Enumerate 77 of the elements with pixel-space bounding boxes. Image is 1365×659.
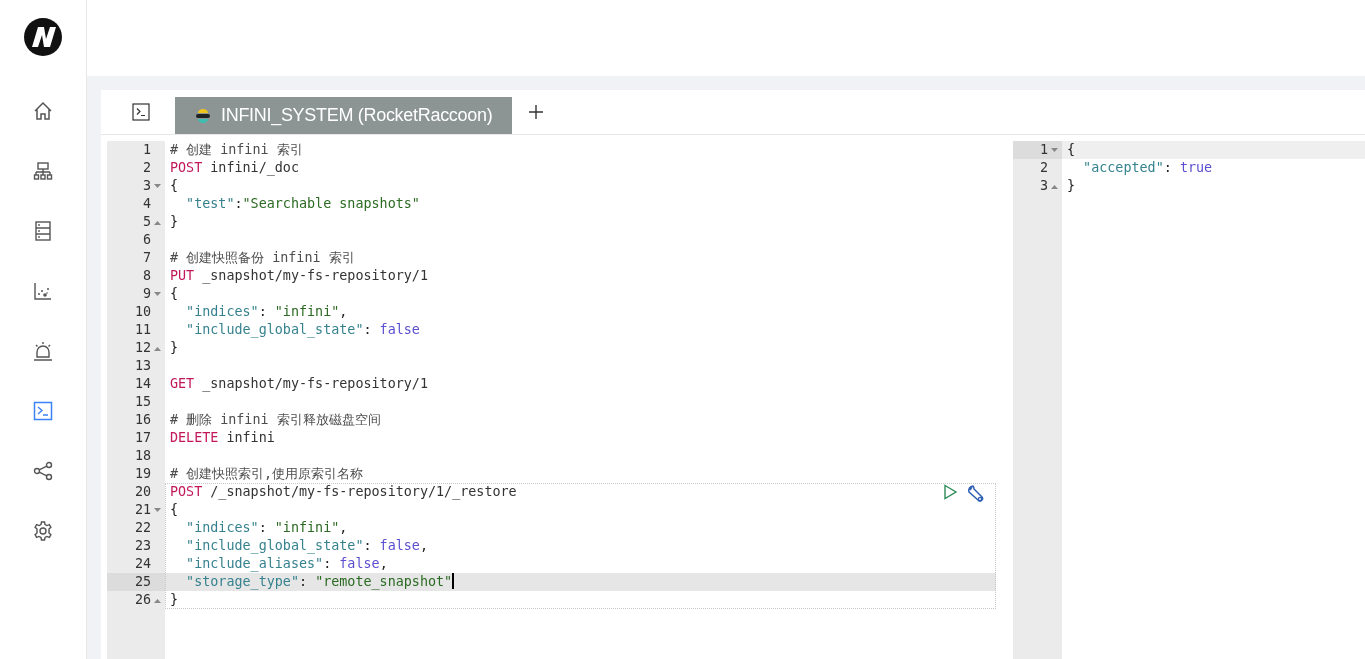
logo-icon[interactable] [23, 17, 63, 57]
line-number: 19 [133, 465, 152, 483]
home-icon [32, 100, 54, 122]
line-number: 12 [107, 339, 165, 357]
cluster-icon [33, 161, 53, 181]
line-number: 5 [107, 213, 165, 231]
server-icon [33, 220, 53, 242]
line-number: 10 [133, 303, 152, 321]
play-icon [942, 484, 958, 500]
code-line: # 创建快照备份 infini 索引 [169, 249, 355, 267]
code-line: "indices": "infini", [185, 519, 348, 537]
code-line: } [1066, 177, 1076, 195]
line-number: 13 [133, 357, 152, 375]
fold-arrow-icon[interactable] [153, 597, 161, 603]
cluster-logo-icon [195, 107, 211, 124]
code-line: "include_aliases": false, [185, 555, 388, 573]
line-number: 18 [133, 447, 152, 465]
line-number: 21 [107, 501, 165, 519]
line-number: 1 [141, 141, 152, 159]
alarm-light-icon [32, 340, 54, 362]
share-icon [33, 461, 53, 481]
line-number: 16 [133, 411, 152, 429]
code-line: "accepted": true [1082, 159, 1213, 177]
terminal-icon [132, 103, 150, 121]
line-number: 20 [133, 483, 152, 501]
line-number: 15 [133, 393, 152, 411]
code-line: { [169, 177, 179, 195]
fold-arrow-icon[interactable] [1050, 147, 1058, 153]
line-number: 14 [133, 375, 152, 393]
fold-arrow-icon[interactable] [153, 291, 161, 297]
line-number: 7 [141, 249, 152, 267]
line-number: 25 [107, 573, 165, 591]
code-line: PUT _snapshot/my-fs-repository/1 [169, 267, 428, 285]
line-number: 8 [141, 267, 152, 285]
line-number: 9 [107, 285, 165, 303]
cluster-tab[interactable]: INFINI_SYSTEM (RocketRaccoon) [175, 97, 513, 134]
terminal-icon [33, 401, 53, 421]
line-number: 22 [133, 519, 152, 537]
line-number: 1 [1013, 141, 1062, 159]
line-number: 26 [107, 591, 165, 609]
line-number: 2 [141, 159, 152, 177]
code-line: { [169, 501, 179, 519]
line-number: 4 [141, 195, 152, 213]
plus-icon [528, 104, 545, 120]
line-number: 11 [133, 321, 152, 339]
code-line: { [1066, 141, 1076, 159]
code-line: POST infini/_doc [169, 159, 299, 177]
code-line: "include_global_state": false [185, 321, 420, 339]
code-line: "test":"Searchable snapshots" [185, 195, 420, 213]
fold-arrow-icon[interactable] [1050, 183, 1058, 189]
code-line: # 创建快照索引,使用原索引名称 [169, 465, 364, 483]
code-line: "include_global_state": false, [185, 537, 428, 555]
code-line: } [169, 591, 179, 609]
code-line: "storage_type": "remote_snapshot" [185, 573, 454, 591]
fold-arrow-icon[interactable] [153, 507, 161, 513]
line-number: 24 [133, 555, 152, 573]
code-line: "indices": "infini", [185, 303, 348, 321]
code-line: DELETE infini [169, 429, 275, 447]
line-number: 23 [133, 537, 152, 555]
line-number: 3 [1013, 177, 1062, 195]
console-button[interactable] [129, 100, 153, 124]
scatter-chart-icon [33, 281, 53, 301]
fold-arrow-icon[interactable] [153, 345, 161, 351]
fold-arrow-icon[interactable] [153, 183, 161, 189]
line-number: 17 [133, 429, 152, 447]
code-line: # 创建 infini 索引 [169, 141, 303, 159]
line-number: 3 [107, 177, 165, 195]
code-line: { [169, 285, 179, 303]
code-line: # 删除 infini 索引释放磁盘空间 [169, 411, 381, 429]
fold-arrow-icon[interactable] [153, 219, 161, 225]
settings-icon [32, 520, 54, 542]
line-number: 2 [1038, 159, 1049, 177]
code-line: } [169, 213, 179, 231]
code-line: POST /_snapshot/my-fs-repository/1/_restore [169, 483, 517, 501]
line-number: 6 [141, 231, 152, 249]
code-line: GET _snapshot/my-fs-repository/1 [169, 375, 428, 393]
code-line: } [169, 339, 179, 357]
